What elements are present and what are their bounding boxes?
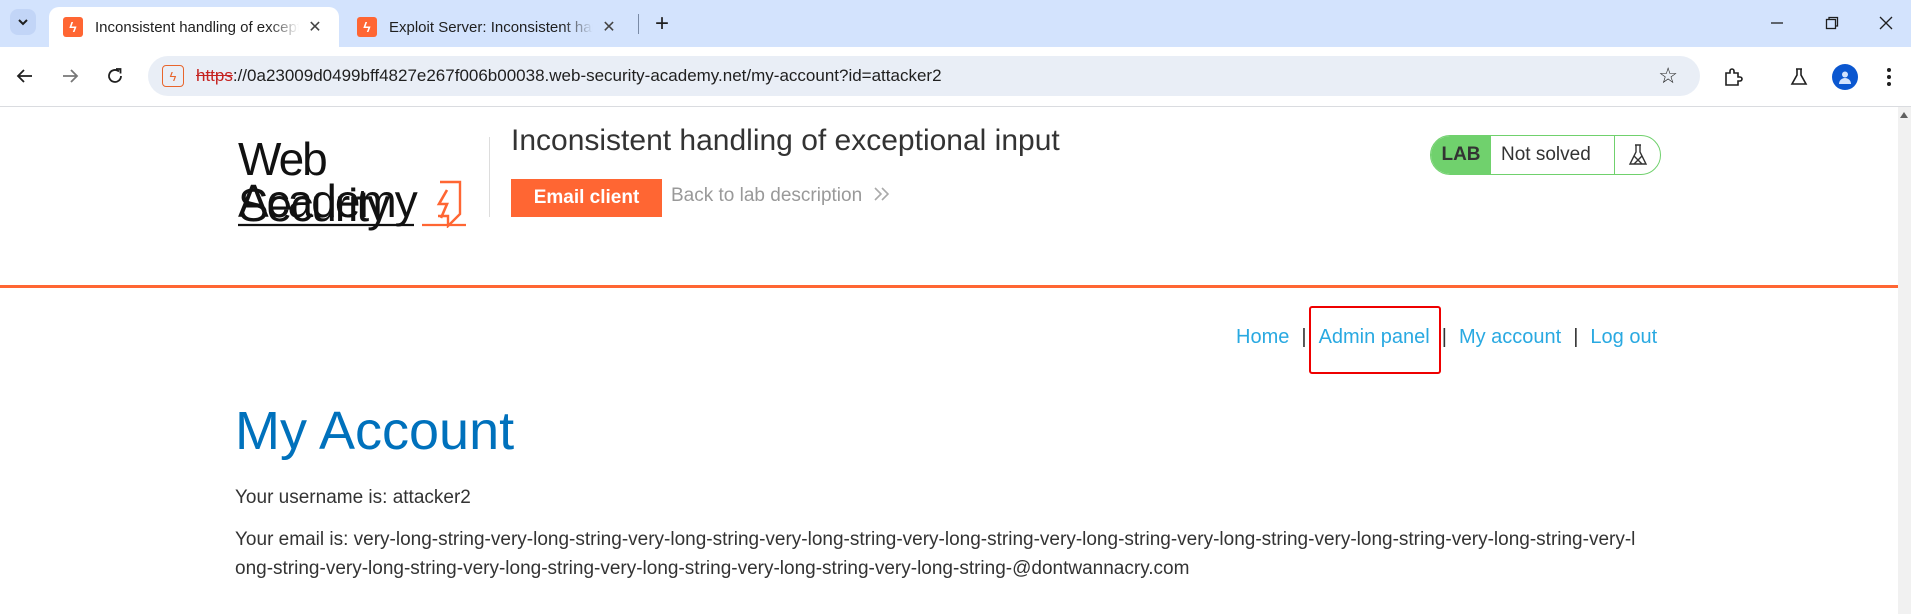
new-tab-icon[interactable]: + [648, 10, 676, 38]
tab-separator [638, 14, 639, 34]
close-window-icon[interactable] [1866, 8, 1906, 38]
nav-home-link[interactable]: Home [1236, 326, 1289, 349]
nav-my-account-link[interactable]: My account [1459, 326, 1561, 349]
forward-arrow-icon[interactable] [54, 60, 86, 92]
page-content: Web Security Academy Inconsistent handli… [0, 107, 1898, 614]
nav-separator: | [1573, 326, 1579, 348]
top-nav: Home | Admin panel | My account | Log ou… [1236, 326, 1657, 349]
scroll-up-arrow-icon[interactable] [1900, 112, 1908, 118]
header-rule [0, 285, 1898, 288]
address-bar[interactable]: ϟ https://0a23009d0499bff4827e267f006b00… [148, 56, 1700, 96]
labs-flask-icon[interactable] [1782, 60, 1816, 94]
back-link-label: Back to lab description [671, 185, 863, 206]
nav-admin-panel-link[interactable]: Admin panel [1319, 326, 1430, 349]
bookmark-star-icon[interactable]: ☆ [1658, 63, 1678, 89]
web-security-academy-logo[interactable]: Web Security Academy [236, 136, 486, 231]
lab-title: Inconsistent handling of exceptional inp… [511, 124, 1060, 157]
chevron-down-icon [18, 19, 28, 26]
minimize-icon[interactable] [1757, 8, 1797, 38]
back-arrow-icon[interactable] [9, 60, 41, 92]
tab-search-button[interactable] [10, 9, 36, 35]
flask-icon [1614, 136, 1660, 174]
reload-icon[interactable] [99, 60, 131, 92]
header-divider [489, 137, 490, 217]
lightning-favicon-icon: ϟ [63, 17, 83, 37]
email-text: Your email is: very-long-string-very-lon… [235, 529, 1636, 579]
tab-exploit-server[interactable]: ϟ Exploit Server: Inconsistent handling … [343, 7, 633, 47]
tab-strip: ϟ Inconsistent handling of exceptional i… [0, 0, 1911, 47]
profile-avatar-icon[interactable] [1828, 60, 1862, 94]
site-favicon-icon: ϟ [162, 65, 184, 87]
logo-text-line2: Academy [238, 175, 418, 227]
lightning-favicon-icon: ϟ [357, 17, 377, 37]
nav-log-out-link[interactable]: Log out [1590, 326, 1657, 349]
page-title: My Account [235, 401, 515, 461]
browser-toolbar: ϟ https://0a23009d0499bff4827e267f006b00… [0, 47, 1911, 107]
tab-title: Inconsistent handling of exceptional inp… [95, 18, 299, 36]
tab-lab[interactable]: ϟ Inconsistent handling of exceptional i… [49, 7, 339, 47]
email-client-button[interactable]: Email client [511, 179, 662, 217]
tab-title: Exploit Server: Inconsistent handling of… [389, 18, 593, 36]
close-tab-icon[interactable]: ✕ [305, 17, 325, 37]
lab-status-widget: LAB Not solved [1430, 135, 1661, 175]
nav-separator: | [1441, 326, 1447, 348]
username-text: Your username is: attacker2 [235, 487, 471, 508]
nav-separator: | [1301, 326, 1307, 348]
double-chevron-right-icon [874, 187, 890, 201]
extensions-icon[interactable] [1716, 60, 1750, 94]
url-text: ://0a23009d0499bff4827e267f006b00038.web… [232, 66, 942, 85]
lab-status-text: Not solved [1501, 144, 1591, 165]
lightning-bolt-icon [436, 180, 462, 228]
more-menu-icon[interactable] [1872, 60, 1906, 94]
close-tab-icon[interactable]: ✕ [599, 17, 619, 37]
lab-badge: LAB [1431, 136, 1491, 174]
restore-icon[interactable] [1812, 8, 1852, 38]
url-scheme: https [196, 66, 233, 85]
back-to-lab-description-link[interactable]: Back to lab description [671, 185, 891, 207]
page-scrollbar[interactable] [1898, 107, 1911, 614]
